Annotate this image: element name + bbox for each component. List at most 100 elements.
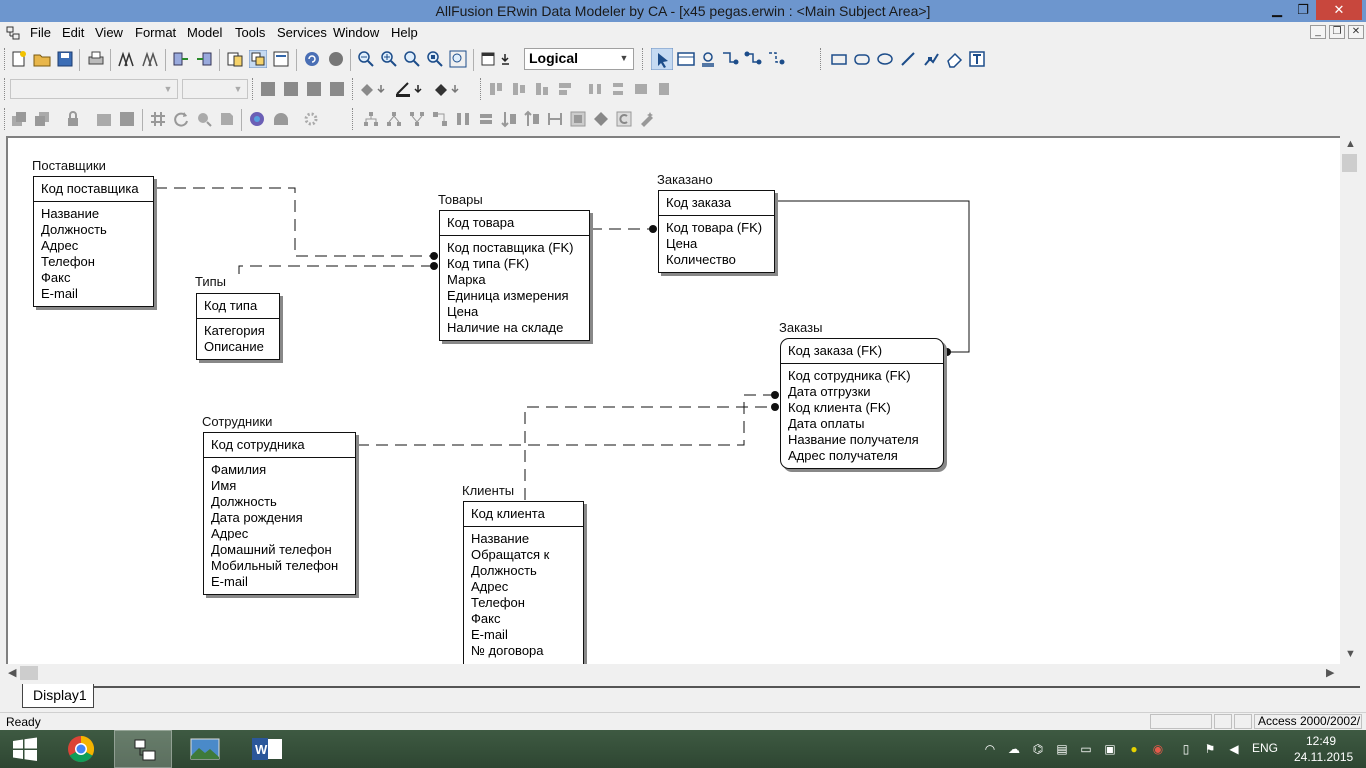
menu-services[interactable]: Services [277,25,327,40]
mdi-close-button[interactable]: ✕ [1348,25,1364,39]
menu-file[interactable]: File [30,25,51,40]
line-shape-icon[interactable] [899,50,917,68]
vertical-scroll-thumb[interactable] [1342,154,1357,172]
toolbar-grip[interactable] [352,78,355,100]
clock-date[interactable]: 24.11.2015 [1294,750,1353,764]
toolbar-grip[interactable] [642,48,645,70]
space-vertical-icon[interactable] [609,80,627,98]
zoom-out-icon[interactable] [357,50,375,68]
mdi-restore-button[interactable]: ❐ [1329,25,1345,39]
settings-icon[interactable] [302,110,320,128]
align-top-icon[interactable] [487,80,505,98]
display-level-icon[interactable] [480,50,498,68]
subject-area-icon[interactable] [249,50,267,68]
relationship-suppliers-goods[interactable] [155,187,434,257]
bold-icon[interactable] [259,80,277,98]
language-indicator[interactable]: ENG [1252,741,1278,755]
entity-box[interactable]: Код сотрудника Фамилия Имя Должность Дат… [203,432,356,595]
report-browser-icon[interactable] [141,50,159,68]
save-icon[interactable] [56,50,74,68]
text-block-icon[interactable] [968,50,986,68]
menu-view[interactable]: View [95,25,123,40]
scroll-up-icon[interactable]: ▲ [1345,138,1356,150]
toolbar-grip[interactable] [352,108,355,130]
relationship-employees-orders[interactable] [357,394,775,446]
entity-box[interactable]: Код типа Категория Описание [196,293,280,360]
horizontal-scrollbar[interactable]: ◀ ▶ [6,664,1340,682]
align-left-icon[interactable] [556,80,574,98]
category-tool-icon[interactable] [699,50,717,68]
layout-circular-icon[interactable] [408,110,426,128]
ungroup-icon[interactable] [118,110,136,128]
menu-help[interactable]: Help [391,25,418,40]
underline-icon[interactable] [305,80,323,98]
battery-icon[interactable]: ▯ [1178,742,1194,756]
menu-window[interactable]: Window [333,25,379,40]
fill-color-icon[interactable] [358,80,376,98]
monitor-icon[interactable]: ▭ [1078,742,1094,756]
strikeout-icon[interactable] [328,80,346,98]
toolbar-grip[interactable] [4,108,7,130]
refresh-icon[interactable] [172,110,190,128]
pointer-tool-icon[interactable] [651,48,673,70]
relationship-types-goods[interactable] [238,265,434,274]
undo-circle-icon[interactable] [303,50,321,68]
font-color-icon[interactable] [432,80,450,98]
scroll-down-icon[interactable]: ▼ [1345,648,1356,660]
space-horizontal-icon[interactable] [586,80,604,98]
zoom-in-icon[interactable] [380,50,398,68]
align-rows-icon[interactable] [477,110,495,128]
many-to-many-relationship-icon[interactable] [744,50,762,68]
line-color-icon[interactable] [394,80,412,98]
entity-box[interactable]: Код заказа (FK) Код сотрудника (FK) Дата… [780,338,944,469]
align-bottom-icon[interactable] [533,80,551,98]
tray-app-icon[interactable]: ⌬ [1030,742,1046,756]
eraser-icon[interactable] [945,50,963,68]
tray-yellow-icon[interactable]: ● [1126,742,1142,756]
toolbar-grip[interactable] [252,78,255,100]
taskbar-erwin[interactable] [114,730,172,768]
taskbar-photos[interactable] [176,730,234,768]
magic-icon[interactable] [638,110,656,128]
font-color-dropdown-icon[interactable] [450,80,468,98]
layout-orthogonal-icon[interactable] [431,110,449,128]
horizontal-scroll-thumb[interactable] [20,666,38,680]
toolbar-grip[interactable] [4,78,7,100]
align-columns-icon[interactable] [454,110,472,128]
entity-tool-icon[interactable] [677,50,695,68]
rectangle-shape-icon[interactable] [830,50,848,68]
entity-box[interactable]: Код товара Код поставщика (FK) Код типа … [439,210,590,341]
center-vertical-icon[interactable] [655,80,673,98]
align-middle-icon[interactable] [510,80,528,98]
volume-icon[interactable]: ◀ [1226,742,1242,756]
forward-engineer-icon[interactable] [172,50,190,68]
image-icon[interactable] [569,110,587,128]
properties-icon[interactable] [218,110,236,128]
display-icon[interactable]: ▣ [1102,742,1118,756]
logical-physical-select[interactable]: Logical ▼ [524,48,634,70]
zoom-window-icon[interactable] [449,50,467,68]
resize-icon[interactable] [546,110,564,128]
layout-tree-icon[interactable] [385,110,403,128]
fill-color-dropdown-icon[interactable] [376,80,394,98]
diagram-icon[interactable] [272,110,290,128]
window-minimize-button[interactable]: ▁ [1266,0,1288,20]
start-button[interactable] [0,730,50,768]
relationship-clients-orders[interactable] [524,406,775,500]
scroll-left-icon[interactable]: ◀ [8,666,16,679]
snap-grid-icon[interactable] [149,110,167,128]
window-maximize-button[interactable]: ❐ [1292,0,1314,20]
menu-format[interactable]: Format [135,25,176,40]
wifi-icon[interactable]: ◠ [982,742,998,756]
line-color-dropdown-icon[interactable] [413,80,431,98]
app-doc-icon[interactable] [6,26,20,40]
distribute-vertical-icon[interactable] [500,110,518,128]
display-level-dropdown-icon[interactable] [500,50,518,68]
window-close-button[interactable]: ✕ [1316,0,1362,20]
polyline-shape-icon[interactable] [922,50,940,68]
non-identifying-relationship-icon[interactable] [767,50,785,68]
scroll-right-icon[interactable]: ▶ [1326,666,1334,679]
lock-icon[interactable] [64,110,82,128]
entity-box[interactable]: Код клиента Название Обращатся к Должнос… [463,501,584,664]
tray-red-icon[interactable]: ◉ [1150,742,1166,756]
